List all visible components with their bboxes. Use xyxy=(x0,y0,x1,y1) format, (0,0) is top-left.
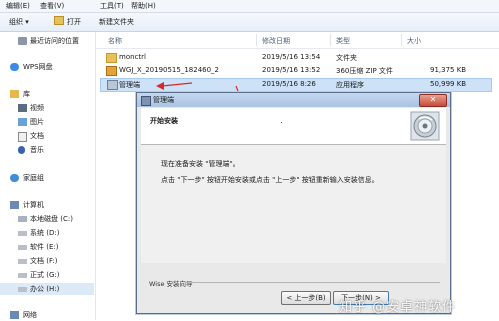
dialog-message-ready: 现在准备安装 "管理端"。 xyxy=(161,160,240,168)
wizard-label: Wise 安装向导 xyxy=(149,280,193,288)
watermark: 知乎 @安卓神软件 xyxy=(339,300,457,315)
dialog-dot xyxy=(281,122,282,123)
arrow-to-file-icon xyxy=(156,82,193,90)
dialog-title-bar: 管理端 ✕ xyxy=(137,93,450,107)
installer-dialog: 管理端 ✕ 开始安装 现在准备安装 "管理端"。 点击 "下一步" 按钮开始安装… xyxy=(136,92,451,314)
dialog-title: 管理端 xyxy=(153,96,174,104)
back-button[interactable]: < 上一步(B) xyxy=(281,291,331,305)
app-icon xyxy=(141,96,151,106)
dialog-header: 开始安装 xyxy=(141,108,446,145)
close-button[interactable]: ✕ xyxy=(419,94,447,107)
cd-disc-icon xyxy=(410,111,440,141)
dialog-message-instructions: 点击 "下一步" 按钮开始安装或点击 "上一步" 按钮重新输入安装信息。 xyxy=(161,176,379,184)
dialog-heading: 开始安装 xyxy=(150,117,178,125)
divider xyxy=(185,282,440,283)
dialog-body: 现在准备安装 "管理端"。 点击 "下一步" 按钮开始安装或点击 "上一步" 按… xyxy=(141,145,446,263)
